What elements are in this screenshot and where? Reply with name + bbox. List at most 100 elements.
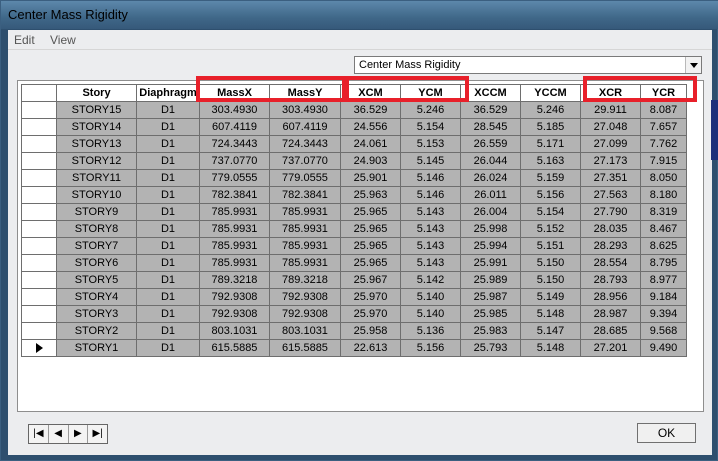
table-cell[interactable]: 303.4930 — [269, 101, 341, 119]
table-cell[interactable]: 26.044 — [460, 152, 521, 170]
table-cell[interactable]: 792.9308 — [199, 288, 270, 306]
table-row[interactable]: STORY9 D1 785.9931 785.9931 25.965 5.143 26.00… — [21, 203, 687, 221]
table-cell[interactable]: 785.9931 — [199, 254, 270, 272]
table-cell[interactable]: STORY13 — [56, 135, 137, 153]
table-cell[interactable]: 25.965 — [340, 237, 401, 255]
table-row[interactable]: STORY14 D1 607.4119 607.4119 24.556 5.154 28.5… — [21, 118, 687, 136]
table-cell[interactable]: 782.3841 — [269, 186, 341, 204]
table-cell[interactable]: 303.4930 — [199, 101, 270, 119]
table-cell[interactable]: 25.994 — [460, 237, 521, 255]
table-cell[interactable]: 25.965 — [340, 220, 401, 238]
table-cell[interactable]: 5.143 — [400, 237, 461, 255]
table-cell[interactable]: 5.153 — [400, 135, 461, 153]
table-cell[interactable]: D1 — [136, 220, 200, 238]
table-cell[interactable]: 5.171 — [520, 135, 581, 153]
table-cell[interactable]: 5.142 — [400, 271, 461, 289]
table-cell[interactable]: 8.795 — [640, 254, 687, 272]
row-selector[interactable] — [21, 237, 57, 255]
table-cell[interactable]: 8.625 — [640, 237, 687, 255]
row-selector[interactable] — [21, 135, 57, 153]
table-cell[interactable]: D1 — [136, 186, 200, 204]
table-cell[interactable]: 5.149 — [520, 288, 581, 306]
table-row[interactable]: STORY12 D1 737.0770 737.0770 24.903 5.145 26.0… — [21, 152, 687, 170]
table-cell[interactable]: 803.1031 — [269, 322, 341, 340]
table-cell[interactable]: 792.9308 — [269, 288, 341, 306]
table-cell[interactable]: 8.467 — [640, 220, 687, 238]
column-header-xccm[interactable]: XCCM — [460, 84, 521, 102]
table-cell[interactable]: 28.554 — [580, 254, 641, 272]
table-row[interactable]: STORY10 D1 782.3841 782.3841 25.963 5.146 26.0… — [21, 186, 687, 204]
table-cell[interactable]: D1 — [136, 305, 200, 323]
table-cell[interactable]: D1 — [136, 118, 200, 136]
table-cell[interactable]: 5.140 — [400, 305, 461, 323]
table-cell[interactable]: 5.152 — [520, 220, 581, 238]
table-cell[interactable]: 5.159 — [520, 169, 581, 187]
table-cell[interactable]: 5.145 — [400, 152, 461, 170]
table-cell[interactable]: 5.143 — [400, 220, 461, 238]
table-cell[interactable]: 22.613 — [340, 339, 401, 357]
column-header-yccm[interactable]: YCCM — [520, 84, 581, 102]
column-header-diaphragm[interactable]: Diaphragm — [136, 84, 200, 102]
row-selector[interactable] — [21, 118, 57, 136]
table-cell[interactable]: 26.011 — [460, 186, 521, 204]
table-cell[interactable]: 615.5885 — [269, 339, 341, 357]
row-selector[interactable] — [21, 169, 57, 187]
table-row[interactable]: STORY2 D1 803.1031 803.1031 25.958 5.136 25.98… — [21, 322, 687, 340]
row-selector[interactable] — [21, 152, 57, 170]
table-cell[interactable]: 9.394 — [640, 305, 687, 323]
table-cell[interactable]: STORY3 — [56, 305, 137, 323]
table-cell[interactable]: 785.9931 — [269, 237, 341, 255]
table-cell[interactable]: 28.793 — [580, 271, 641, 289]
table-cell[interactable]: 8.180 — [640, 186, 687, 204]
table-cell[interactable]: 789.3218 — [269, 271, 341, 289]
table-cell[interactable]: 28.685 — [580, 322, 641, 340]
row-selector[interactable] — [21, 254, 57, 272]
table-cell[interactable]: 785.9931 — [269, 254, 341, 272]
next-record-icon[interactable]: ▶ — [69, 425, 89, 443]
row-selector[interactable] — [21, 186, 57, 204]
row-selector[interactable] — [21, 203, 57, 221]
table-cell[interactable]: 5.150 — [520, 254, 581, 272]
table-cell[interactable]: 5.246 — [520, 101, 581, 119]
table-cell[interactable]: D1 — [136, 254, 200, 272]
table-cell[interactable]: D1 — [136, 169, 200, 187]
table-cell[interactable]: 25.991 — [460, 254, 521, 272]
table-cell[interactable]: 5.150 — [520, 271, 581, 289]
table-cell[interactable]: 7.762 — [640, 135, 687, 153]
table-cell[interactable]: 5.136 — [400, 322, 461, 340]
table-row[interactable]: STORY3 D1 792.9308 792.9308 25.970 5.140 25.98… — [21, 305, 687, 323]
row-selector[interactable] — [21, 220, 57, 238]
table-cell[interactable]: D1 — [136, 152, 200, 170]
table-cell[interactable]: 779.0555 — [199, 169, 270, 187]
table-cell[interactable]: 25.989 — [460, 271, 521, 289]
table-row[interactable]: STORY6 D1 785.9931 785.9931 25.965 5.143 25.99… — [21, 254, 687, 272]
table-cell[interactable]: 27.351 — [580, 169, 641, 187]
table-cell[interactable]: 5.148 — [520, 339, 581, 357]
table-cell[interactable]: 25.998 — [460, 220, 521, 238]
table-row[interactable]: STORY5 D1 789.3218 789.3218 25.967 5.142 25.98… — [21, 271, 687, 289]
table-cell[interactable]: 789.3218 — [199, 271, 270, 289]
table-cell[interactable]: 36.529 — [340, 101, 401, 119]
table-cell[interactable]: STORY2 — [56, 322, 137, 340]
table-row[interactable]: STORY4 D1 792.9308 792.9308 25.970 5.140 25.98… — [21, 288, 687, 306]
table-cell[interactable]: 27.099 — [580, 135, 641, 153]
table-row[interactable]: STORY8 D1 785.9931 785.9931 25.965 5.143 25.99… — [21, 220, 687, 238]
table-cell[interactable]: 29.911 — [580, 101, 641, 119]
table-row[interactable]: STORY15 D1 303.4930 303.4930 36.529 5.246 36.5… — [21, 101, 687, 119]
table-cell[interactable]: 5.154 — [400, 118, 461, 136]
table-cell[interactable]: 27.790 — [580, 203, 641, 221]
row-selector[interactable] — [21, 339, 57, 357]
table-cell[interactable]: 8.087 — [640, 101, 687, 119]
table-select-dropdown[interactable]: Center Mass Rigidity — [354, 56, 702, 74]
table-cell[interactable]: 785.9931 — [269, 220, 341, 238]
table-cell[interactable]: STORY12 — [56, 152, 137, 170]
table-cell[interactable]: 25.983 — [460, 322, 521, 340]
table-cell[interactable]: 25.793 — [460, 339, 521, 357]
table-cell[interactable]: 8.977 — [640, 271, 687, 289]
table-cell[interactable]: 9.184 — [640, 288, 687, 306]
table-cell[interactable]: D1 — [136, 271, 200, 289]
table-cell[interactable]: STORY4 — [56, 288, 137, 306]
table-cell[interactable]: 5.185 — [520, 118, 581, 136]
table-cell[interactable]: 782.3841 — [199, 186, 270, 204]
table-cell[interactable]: 36.529 — [460, 101, 521, 119]
